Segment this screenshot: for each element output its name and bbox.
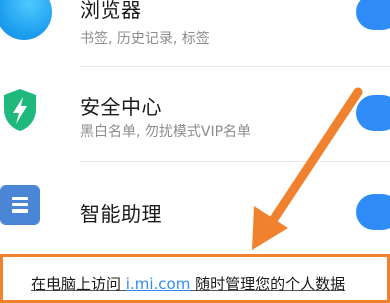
toggle-switch[interactable]	[356, 0, 390, 30]
toggle-switch[interactable]	[356, 194, 390, 230]
row-subtitle: 书签, 历史记录, 标签	[80, 31, 210, 47]
banner-suffix: 随时管理您的个人数据	[190, 275, 346, 293]
assistant-card-line	[12, 197, 28, 200]
browser-icon	[0, 0, 52, 40]
assistant-icon	[0, 185, 40, 225]
shield-icon	[4, 89, 36, 131]
row-title: 安全中心	[80, 95, 162, 119]
manage-data-banner: 在电脑上访问 i.mi.com 随时管理您的个人数据	[0, 254, 390, 303]
banner-link[interactable]: i.mi.com	[126, 275, 191, 293]
settings-row-browser[interactable]: 浏览器 书签, 历史记录, 标签	[0, 0, 390, 66]
banner-text[interactable]: 在电脑上访问 i.mi.com 随时管理您的个人数据	[31, 273, 345, 294]
toggle-switch[interactable]	[356, 95, 390, 131]
settings-row-security[interactable]: 安全中心 黑白名单, 勿扰模式VIP名单	[0, 67, 390, 161]
row-title: 浏览器	[80, 0, 142, 22]
banner-prefix: 在电脑上访问	[31, 275, 126, 293]
settings-row-assistant[interactable]: 智能助理	[0, 162, 390, 252]
assistant-card-line	[12, 209, 28, 213]
row-title: 智能助理	[80, 202, 162, 226]
row-subtitle: 黑白名单, 勿扰模式VIP名单	[80, 124, 252, 140]
assistant-card-line	[12, 203, 28, 206]
